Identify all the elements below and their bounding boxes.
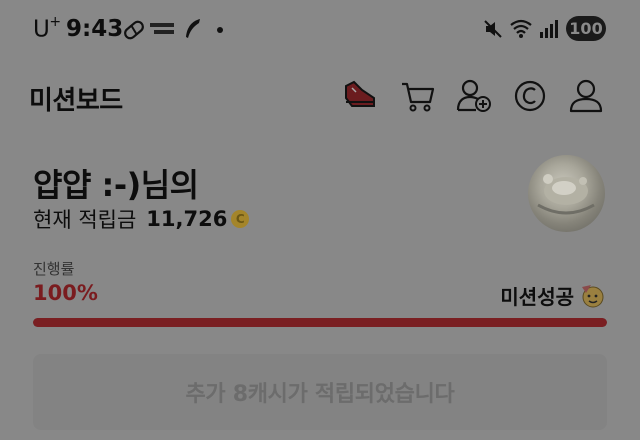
add-friend-icon[interactable]	[454, 76, 494, 116]
status-bar: U+ 9:43 100	[0, 0, 640, 58]
profile-icon[interactable]	[566, 76, 606, 116]
avatar-image	[537, 174, 595, 215]
pill-icon	[124, 20, 144, 40]
mission-status-text: 미션성공	[500, 285, 574, 309]
avatar[interactable]	[528, 155, 605, 232]
dot-icon	[217, 27, 223, 33]
progress-label: 진행률	[33, 260, 75, 278]
feather-icon	[186, 19, 200, 38]
cashfeed-icon	[150, 23, 174, 34]
carrier-label: U+	[33, 14, 61, 43]
cash-icon[interactable]	[510, 76, 550, 116]
coin-icon: C	[231, 210, 250, 228]
sneaker-icon[interactable]	[340, 76, 380, 116]
mission-status: 미션성공	[500, 281, 606, 310]
wifi-icon	[510, 19, 532, 38]
status-time: 9:43	[66, 16, 124, 42]
balance-amount: 11,726	[146, 207, 228, 231]
mute-icon	[484, 20, 502, 38]
progress-bar-fill	[33, 318, 607, 327]
cart-icon[interactable]	[398, 76, 438, 116]
page-title: 미션보드	[29, 86, 123, 116]
balance-label: 현재 적립금	[33, 208, 137, 232]
party-face-icon	[582, 284, 604, 307]
battery-icon: 100	[566, 16, 606, 41]
signal-icon	[540, 20, 558, 38]
progress-bar	[33, 318, 607, 327]
progress-percent: 100%	[33, 281, 98, 305]
app-bar: 미션보드	[0, 70, 640, 126]
reward-claimed-button[interactable]: 추가 8캐시가 적립되었습니다	[33, 354, 607, 430]
balance-row: 현재 적립금 11,726 C	[33, 204, 250, 234]
greeting-title: 얍얍 :-)님의	[33, 166, 199, 204]
